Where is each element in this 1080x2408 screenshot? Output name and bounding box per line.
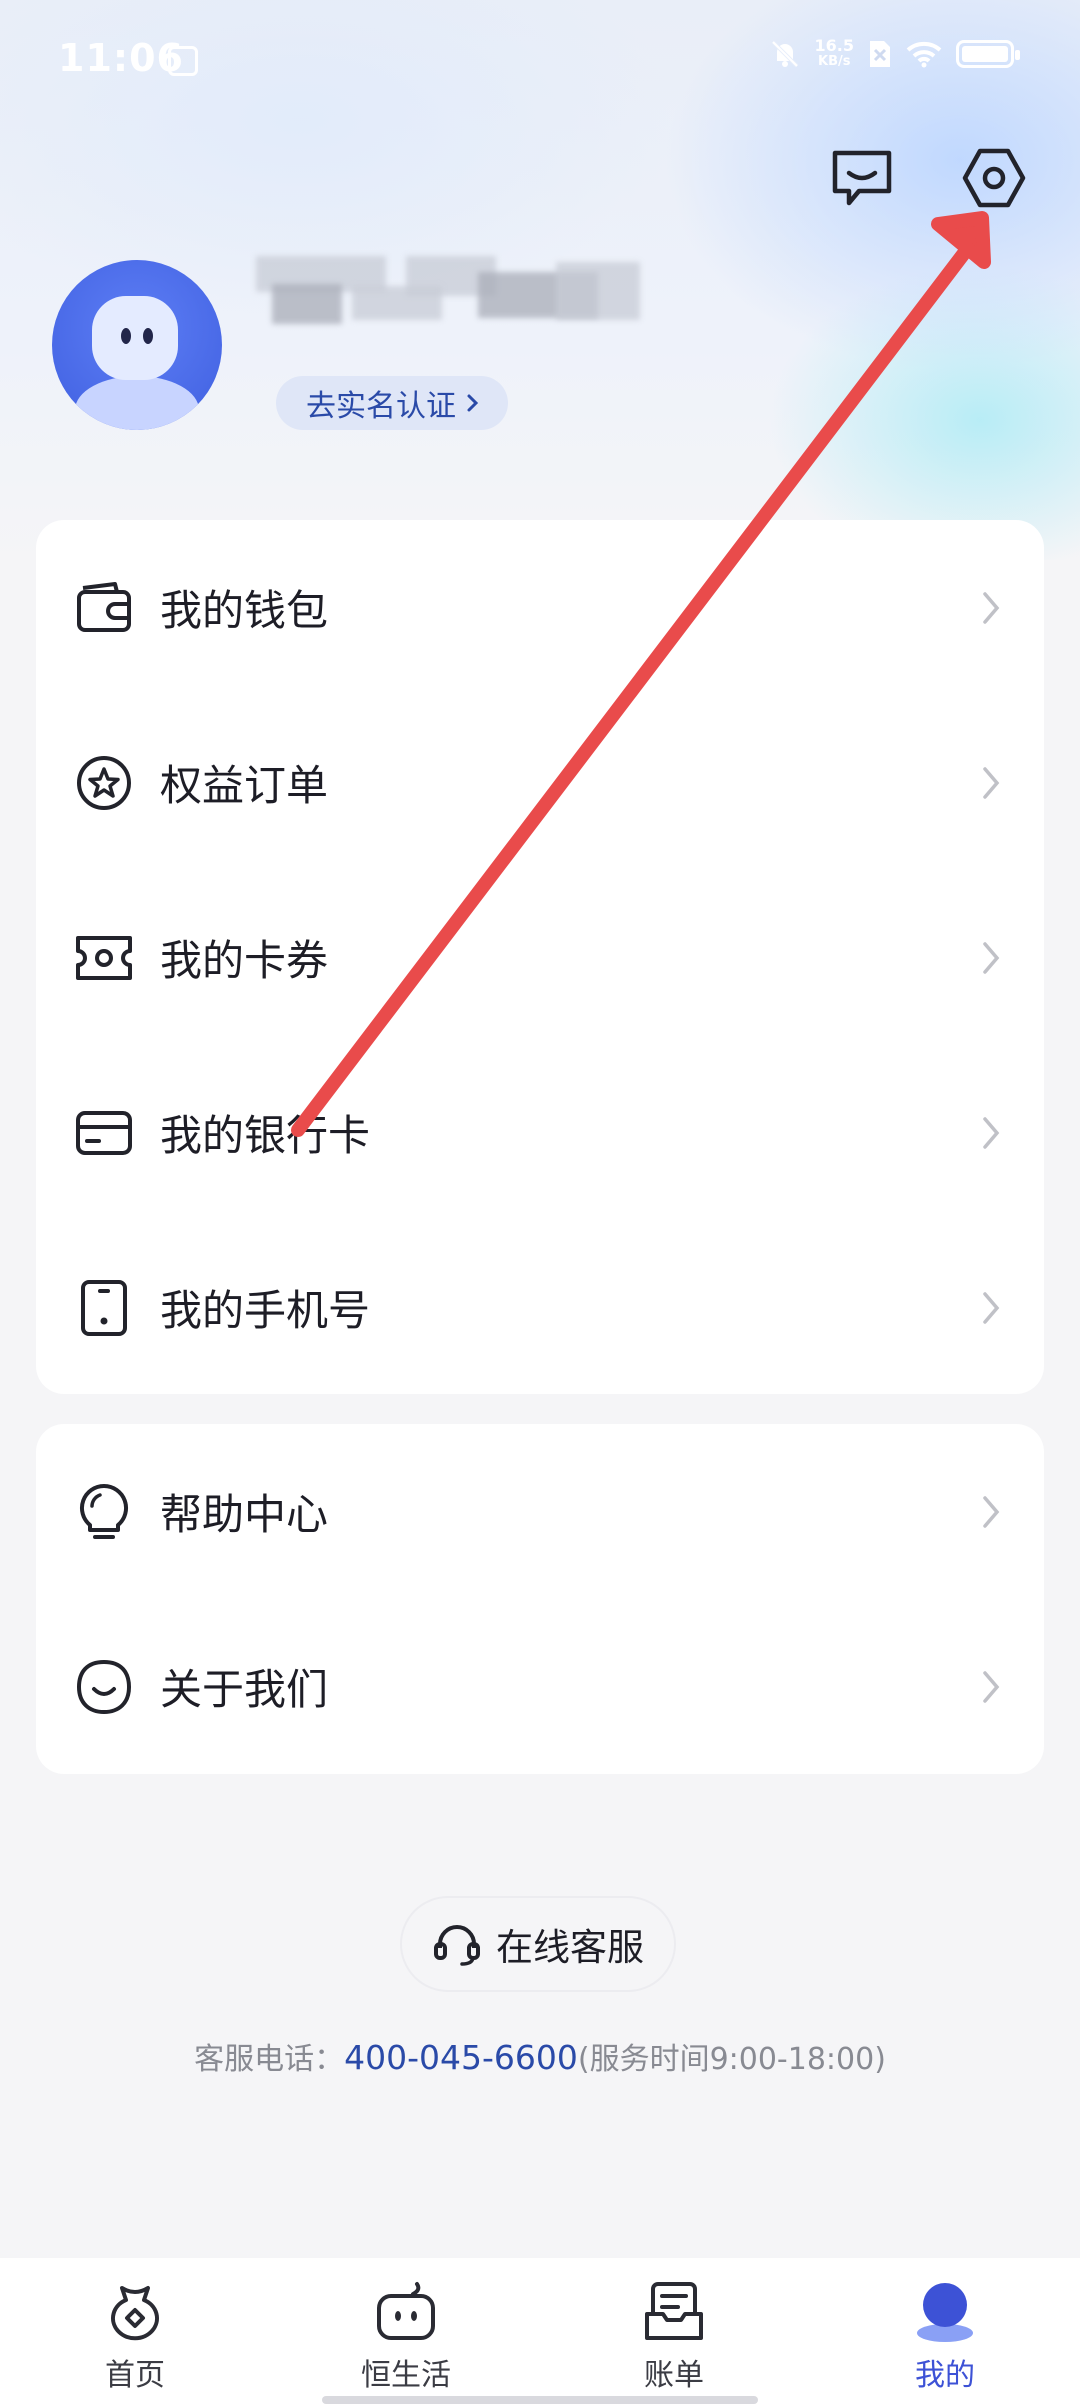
net-speed: 16.5 KB/s <box>815 38 854 70</box>
menu-item-bank-cards[interactable]: 我的银行卡 <box>36 1045 1044 1220</box>
tab-bill[interactable]: 账单 <box>594 2278 754 2398</box>
menu-item-benefit-orders[interactable]: 权益订单 <box>36 695 1044 870</box>
settings-button[interactable] <box>956 140 1032 216</box>
tab-label: 恒生活 <box>361 2358 451 2393</box>
chevron-right-icon <box>976 1492 1006 1532</box>
bottom-tab-bar: 首页 恒生活 账单 我的 <box>0 2258 1080 2408</box>
menu-item-label: 关于我们 <box>160 1665 329 1714</box>
hotline-hours: (服务时间9:00-18:00) <box>577 2042 886 2077</box>
sim-icon <box>168 46 198 76</box>
menu-item-label: 我的银行卡 <box>160 1111 371 1160</box>
hotline-prefix: 客服电话： <box>194 2042 345 2077</box>
star-badge-icon <box>74 753 134 813</box>
support-hotline: 客服电话：400-045-6600(服务时间9:00-18:00) <box>0 2034 1080 2078</box>
avatar-mascot-icon <box>75 296 199 430</box>
home-indicator[interactable] <box>322 2396 758 2404</box>
tab-home[interactable]: 首页 <box>55 2278 215 2398</box>
menu-card-help: 帮助中心 关于我们 <box>36 1424 1044 1774</box>
message-icon <box>832 150 892 206</box>
chevron-right-icon <box>976 1667 1006 1707</box>
chevron-right-icon <box>976 1113 1006 1153</box>
wallet-icon <box>74 578 134 638</box>
net-speed-unit: KB/s <box>818 54 851 69</box>
battery-icon <box>956 40 1020 68</box>
user-name-redacted <box>256 256 640 352</box>
menu-card-account: 我的钱包 权益订单 我的卡券 我的银行卡 我的手机号 <box>36 520 1044 1394</box>
chevron-right-icon <box>976 763 1006 803</box>
mute-bell-icon <box>771 40 798 68</box>
life-mascot-icon <box>373 2278 439 2344</box>
message-button[interactable] <box>824 140 900 216</box>
phone-icon <box>74 1278 134 1338</box>
menu-item-help-center[interactable]: 帮助中心 <box>36 1424 1044 1599</box>
chevron-right-icon <box>467 394 479 412</box>
status-bar: 11:06 16.5 KB/s <box>0 0 1080 120</box>
lightbulb-icon <box>74 1482 134 1542</box>
chevron-right-icon <box>976 1288 1006 1328</box>
tab-life[interactable]: 恒生活 <box>326 2278 486 2398</box>
avatar[interactable] <box>52 260 222 430</box>
menu-item-label: 我的钱包 <box>160 586 329 635</box>
smile-icon <box>74 1657 134 1717</box>
hotline-number[interactable]: 400-045-6600 <box>344 2038 578 2077</box>
tab-label: 首页 <box>105 2358 165 2393</box>
chevron-right-icon <box>976 938 1006 978</box>
chevron-right-icon <box>976 588 1006 628</box>
settings-hexagon-icon <box>962 148 1026 208</box>
bill-icon <box>641 2278 707 2344</box>
no-sim-icon <box>870 41 890 67</box>
profile-icon <box>912 2278 978 2344</box>
menu-item-label: 我的手机号 <box>160 1286 371 1335</box>
menu-item-label: 帮助中心 <box>160 1490 329 1539</box>
support-button-label: 在线客服 <box>496 1926 644 1969</box>
wifi-icon <box>906 41 942 68</box>
real-name-verify-button[interactable]: 去实名认证 <box>276 376 508 430</box>
home-money-bag-icon <box>102 2278 168 2344</box>
tab-label: 我的 <box>915 2358 975 2393</box>
menu-item-about-us[interactable]: 关于我们 <box>36 1599 1044 1774</box>
bank-card-icon <box>74 1103 134 1163</box>
menu-item-coupons[interactable]: 我的卡券 <box>36 870 1044 1045</box>
tab-label: 账单 <box>644 2358 704 2393</box>
net-speed-value: 16.5 <box>814 36 854 55</box>
menu-item-label: 我的卡券 <box>160 936 329 985</box>
tab-mine[interactable]: 我的 <box>865 2278 1025 2398</box>
status-time: 11:06 <box>58 36 184 80</box>
status-indicators: 16.5 KB/s <box>769 38 1020 70</box>
coupon-icon <box>74 928 134 988</box>
menu-item-label: 权益订单 <box>160 761 329 810</box>
menu-item-wallet[interactable]: 我的钱包 <box>36 520 1044 695</box>
verify-label: 去实名认证 <box>306 389 456 424</box>
menu-item-phone-number[interactable]: 我的手机号 <box>36 1220 1044 1395</box>
headset-icon <box>434 1925 480 1966</box>
online-support-button[interactable]: 在线客服 <box>400 1896 676 1992</box>
